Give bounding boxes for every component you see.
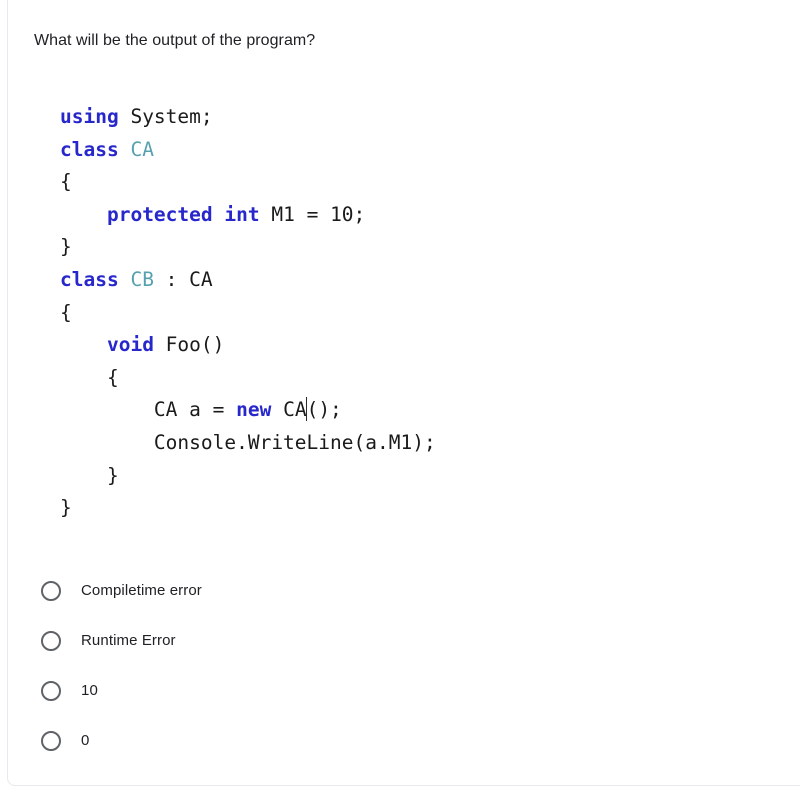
code-token-plain: System; [130,105,213,128]
code-token-plain: M1 = 10; [259,202,366,226]
answer-options-list: Compiletime error Runtime Error 10 0 [34,566,734,766]
code-line: class CA [60,134,436,167]
answer-option-2[interactable]: 10 [34,666,734,716]
code-token-plain: } [106,463,119,487]
answer-option-label: 10 [81,682,98,699]
code-line: class CB : CA [60,264,436,297]
code-token-kw: protected [106,202,213,226]
code-snippet: using System; class CA{ protected int M1 … [60,101,436,525]
code-token-plain: Console.WriteLine(a.M1); [153,430,436,454]
code-token-plain: CA [271,398,307,422]
code-token-kw: int [224,202,260,226]
answer-option-label: Compiletime error [81,582,202,599]
code-line: { [60,166,436,199]
code-token-kw: class [60,137,119,161]
code-token-plain: { [60,300,72,324]
radio-button-icon[interactable] [41,681,61,701]
code-token-plain: (); [306,398,342,422]
code-token-plain: : CA [153,267,213,291]
code-line: Console.WriteLine(a.M1); [60,427,436,460]
answer-option-label: Runtime Error [81,632,176,649]
code-line: using System; [60,101,436,134]
radio-button-icon[interactable] [41,631,61,651]
code-token-plain: } [60,235,72,259]
code-token-kw: void [106,333,154,357]
answer-option-3[interactable]: 0 [34,716,734,766]
code-line: CA a = new CA(); [60,394,436,427]
question-card: What will be the output of the program? … [7,0,800,786]
code-token-kw: class [60,267,119,291]
code-token-kw: using [60,105,119,128]
code-token-type: CA [130,137,154,161]
code-token-plain: CA a = [153,398,237,422]
code-line: void Foo() [60,329,436,362]
answer-option-1[interactable]: Runtime Error [34,616,734,666]
code-token-type: CB [130,267,154,291]
code-token-plain: { [60,170,72,194]
code-token-kw: new [236,398,272,422]
code-line: protected int M1 = 10; [60,199,436,232]
code-token-plain: Foo() [153,333,225,357]
code-line: { [60,362,436,395]
code-line: } [60,460,436,493]
code-line: { [60,297,436,330]
answer-option-0[interactable]: Compiletime error [34,566,734,616]
code-token-plain: } [60,496,72,520]
code-line: } [60,492,436,525]
code-line: } [60,231,436,264]
radio-button-icon[interactable] [41,581,61,601]
code-token-plain: { [106,365,119,389]
radio-button-icon[interactable] [41,731,61,751]
answer-option-label: 0 [81,732,90,749]
question-title: What will be the output of the program? [34,32,316,49]
